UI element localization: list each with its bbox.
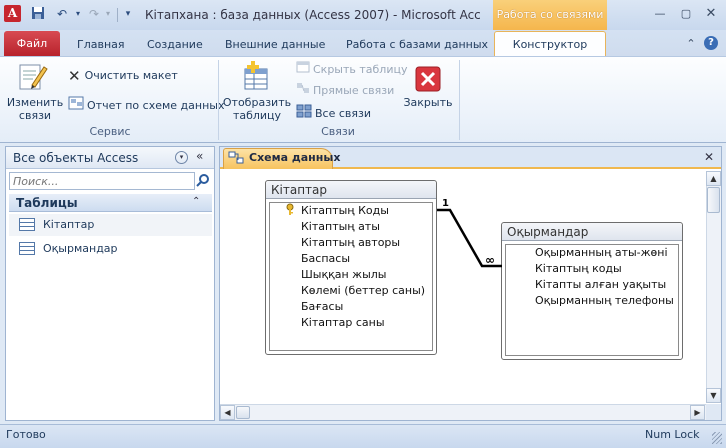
all-relations-icon bbox=[296, 104, 312, 124]
field-shyqqan-zhyly[interactable]: Шыққан жылы bbox=[301, 268, 386, 281]
edit-relations-icon bbox=[18, 61, 48, 96]
minimize-ribbon-icon[interactable]: ⌃ bbox=[683, 37, 699, 51]
field-kitapty-algan-uaqyty[interactable]: Кітапты алған уақыты bbox=[535, 278, 666, 291]
nav-item-oqyrmandar[interactable]: Оқырмандар bbox=[9, 238, 212, 260]
tab-home[interactable]: Главная bbox=[69, 33, 133, 56]
close-designer-icon bbox=[415, 66, 441, 95]
nav-menu-dropdown-icon[interactable]: ▾ bbox=[175, 151, 188, 164]
field-kitaptyn-kody-fk[interactable]: Кітаптың коды bbox=[535, 262, 622, 275]
window-title: Кітапхана : база данных (Access 2007) - … bbox=[145, 8, 480, 22]
direct-relations-button[interactable]: Прямые связи bbox=[296, 82, 394, 100]
document-tab-label: Схема данных bbox=[249, 151, 341, 164]
status-text: Готово bbox=[6, 428, 46, 441]
all-relations-label: Все связи bbox=[315, 107, 372, 120]
relationship-line[interactable] bbox=[430, 200, 510, 275]
all-relations-button[interactable]: Все связи bbox=[296, 104, 371, 122]
access-app-icon[interactable]: A bbox=[4, 5, 21, 22]
tab-database-tools[interactable]: Работа с базами данных bbox=[338, 33, 496, 56]
search-input[interactable] bbox=[9, 172, 195, 190]
undo-dropdown-icon[interactable]: ▾ bbox=[70, 6, 86, 22]
clear-layout-label: Очистить макет bbox=[84, 69, 178, 82]
table-icon bbox=[19, 242, 35, 255]
contextual-tab-header: Работа со связями bbox=[493, 0, 607, 30]
status-bar bbox=[0, 424, 726, 448]
resize-grip-icon[interactable] bbox=[712, 432, 722, 444]
primary-key-icon bbox=[285, 203, 295, 219]
nav-item-label: Оқырмандар bbox=[43, 242, 118, 255]
close-designer-button[interactable]: Закрыть bbox=[403, 96, 453, 109]
hide-table-button[interactable]: Скрыть таблицу bbox=[296, 61, 408, 79]
tab-create[interactable]: Создание bbox=[139, 33, 211, 56]
report-icon bbox=[68, 96, 84, 116]
tab-file[interactable]: Файл bbox=[4, 31, 60, 56]
field-kitaptyn-kody[interactable]: Кітаптың Коды bbox=[301, 204, 389, 217]
clear-layout-icon: ✕ bbox=[68, 67, 81, 85]
field-kitaptyn-avtory[interactable]: Кітаптың авторы bbox=[301, 236, 400, 249]
nav-pane-title[interactable]: Все объекты Access bbox=[13, 151, 138, 165]
table-box-title: Кітаптар bbox=[266, 181, 436, 199]
field-kitaptyn-aty[interactable]: Кітаптың аты bbox=[301, 220, 380, 233]
field-oqyrmannyn-aty-zhoni[interactable]: Оқырманның аты-жөні bbox=[535, 246, 668, 259]
hide-table-label: Скрыть таблицу bbox=[313, 63, 408, 76]
field-oqyrmannyn-telefony[interactable]: Оқырманның телефоны bbox=[535, 294, 674, 307]
hide-table-icon bbox=[296, 61, 310, 79]
undo-icon[interactable]: ↶ bbox=[54, 6, 70, 22]
vertical-scroll-thumb[interactable] bbox=[707, 187, 720, 213]
help-icon[interactable]: ? bbox=[704, 36, 718, 50]
group-divider-2 bbox=[459, 60, 460, 140]
close-document-icon[interactable]: ✕ bbox=[704, 150, 714, 164]
field-bagasy[interactable]: Бағасы bbox=[301, 300, 343, 313]
edit-relations-button[interactable]: Изменить связи bbox=[6, 96, 64, 122]
table-box-title: Оқырмандар bbox=[502, 223, 682, 241]
scroll-left-icon[interactable]: ◀ bbox=[220, 405, 235, 420]
collapse-group-icon[interactable]: ⌃ bbox=[192, 196, 200, 207]
group-label-service: Сервис bbox=[89, 125, 131, 138]
collapse-pane-icon[interactable]: « bbox=[196, 149, 203, 163]
scroll-right-icon[interactable]: ▶ bbox=[690, 405, 705, 420]
table-box-oqyrmandar[interactable]: Оқырмандар bbox=[501, 222, 683, 360]
tab-external-data[interactable]: Внешние данные bbox=[217, 33, 333, 56]
nav-item-kitaptar[interactable]: Кітаптар bbox=[9, 214, 212, 236]
numlock-indicator: Num Lock bbox=[645, 428, 700, 441]
scroll-corner bbox=[706, 404, 721, 420]
search-icon[interactable] bbox=[196, 173, 210, 190]
field-baspasy[interactable]: Баспасы bbox=[301, 252, 350, 265]
table-icon bbox=[19, 218, 35, 231]
relationship-many-label: ∞ bbox=[485, 253, 495, 267]
group-title: Таблицы bbox=[16, 196, 78, 210]
direct-relations-icon bbox=[296, 82, 310, 100]
field-kolemi[interactable]: Көлемі (беттер саны) bbox=[301, 284, 425, 297]
relationship-one-label: 1 bbox=[442, 198, 449, 209]
group-label-relations: Связи bbox=[321, 125, 355, 138]
tab-design[interactable]: Конструктор bbox=[494, 31, 606, 57]
scroll-down-icon[interactable]: ▼ bbox=[706, 388, 721, 403]
horizontal-scroll-thumb[interactable] bbox=[236, 406, 250, 419]
relations-report-label: Отчет по схеме данных bbox=[87, 99, 225, 112]
direct-relations-label: Прямые связи bbox=[313, 84, 395, 97]
horizontal-scrollbar[interactable] bbox=[220, 404, 706, 420]
show-table-button[interactable]: Отобразить таблицу bbox=[222, 96, 292, 122]
qat-divider bbox=[117, 8, 118, 22]
scroll-up-icon[interactable]: ▲ bbox=[706, 171, 721, 186]
relationships-icon bbox=[228, 151, 244, 167]
close-window-icon[interactable]: ✕ bbox=[703, 7, 719, 21]
maximize-icon[interactable]: ▢ bbox=[678, 7, 694, 21]
nav-item-label: Кітаптар bbox=[43, 218, 95, 231]
field-kitaptar-sany[interactable]: Кітаптар саны bbox=[301, 316, 385, 329]
save-icon[interactable] bbox=[30, 6, 46, 22]
minimize-icon[interactable]: — bbox=[652, 7, 668, 21]
redo-dropdown-icon[interactable]: ▾ bbox=[100, 6, 116, 22]
relations-report-button[interactable]: Отчет по схеме данных bbox=[68, 96, 224, 114]
group-divider bbox=[218, 60, 219, 140]
show-table-icon bbox=[241, 61, 271, 96]
clear-layout-button[interactable]: ✕ Очистить макет bbox=[68, 67, 178, 85]
customize-qat-icon[interactable]: ▾ bbox=[120, 6, 136, 22]
